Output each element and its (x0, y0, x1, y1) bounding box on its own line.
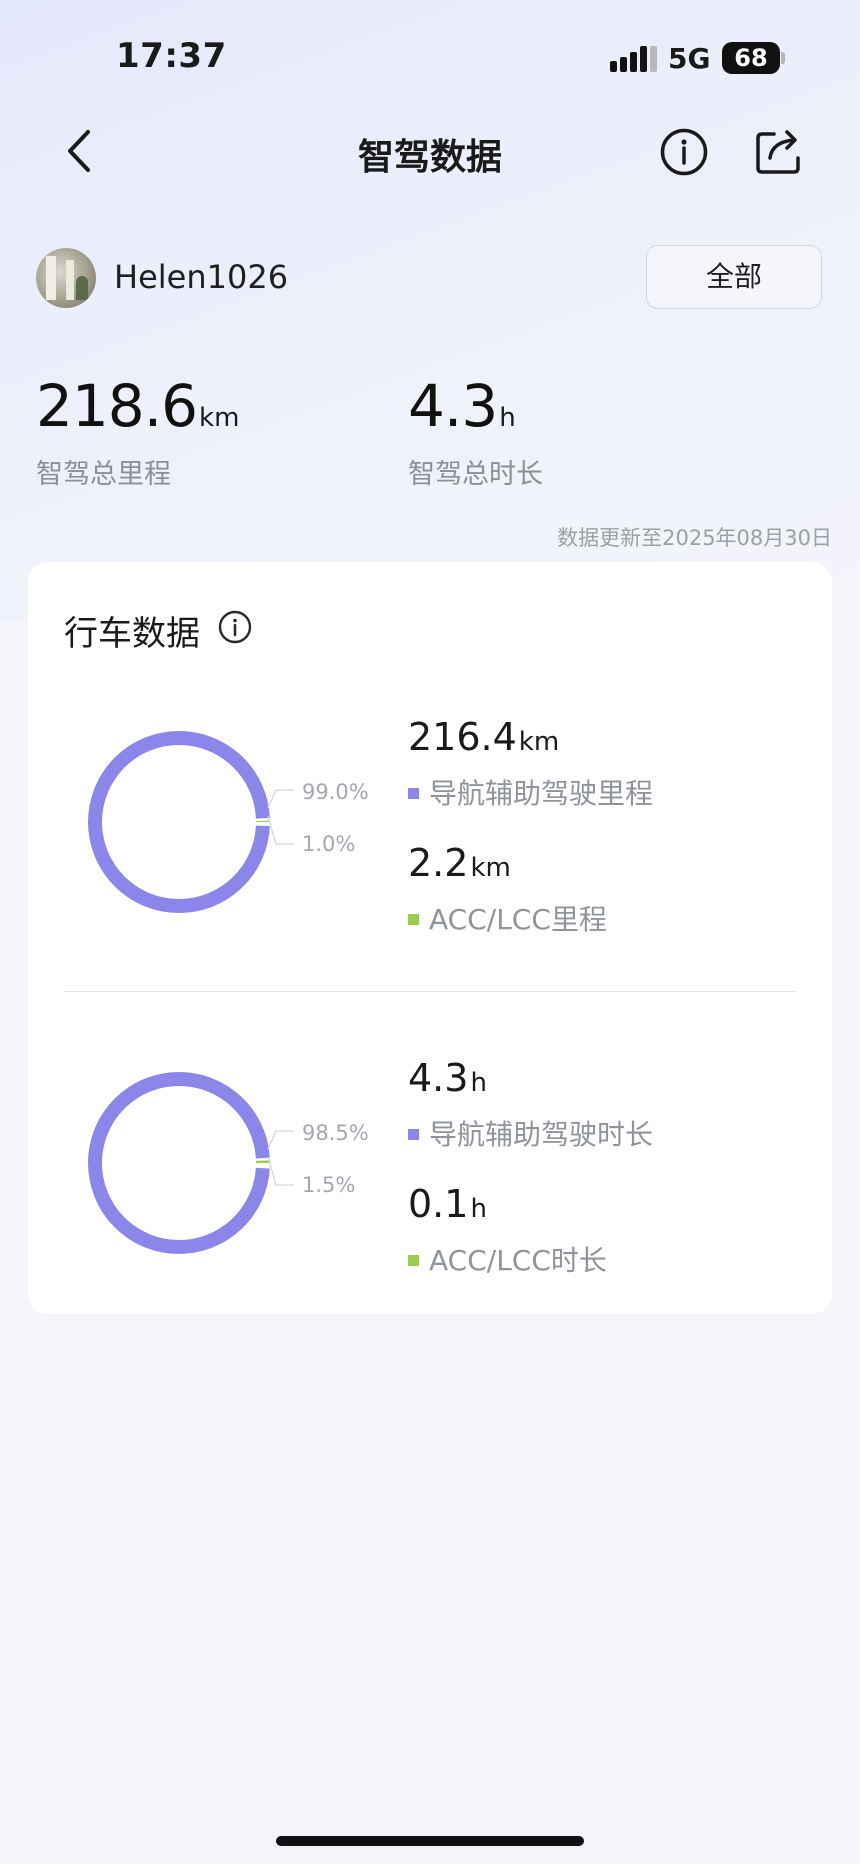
filter-button[interactable]: 全部 (646, 245, 822, 309)
legend-color-primary (408, 788, 419, 799)
legend-nav-assist-distance: 导航辅助驾驶里程 (408, 772, 653, 812)
total-duration-value: 4.3h (408, 372, 516, 440)
battery-cap (781, 52, 785, 64)
duration-primary-ring (88, 1072, 270, 1254)
info-icon (218, 610, 252, 644)
card-info-button[interactable] (218, 610, 252, 644)
status-time: 17:37 (116, 36, 227, 76)
distance-primary-ring (88, 731, 270, 913)
battery-icon: 68 (722, 42, 780, 74)
duration-secondary-value: 0.1h (408, 1182, 487, 1226)
distance-secondary-percent: 1.0% (302, 832, 356, 856)
total-duration-label: 智驾总时长 (408, 459, 543, 490)
distance-primary-value: 216.4km (408, 715, 560, 759)
signal-icon (610, 46, 657, 72)
duration-primary-value: 4.3h (408, 1056, 487, 1100)
divider (64, 991, 796, 992)
info-button[interactable] (660, 128, 708, 176)
distance-primary-percent: 99.0% (302, 780, 369, 804)
share-button[interactable] (754, 128, 802, 176)
card-title: 行车数据 (64, 614, 200, 654)
share-icon (756, 130, 800, 174)
page-title: 智驾数据 (357, 137, 502, 178)
legend-color-secondary (408, 914, 419, 925)
duration-primary-percent: 98.5% (302, 1121, 369, 1145)
total-distance-value: 218.6km (36, 372, 240, 440)
distance-donut-chart (88, 731, 270, 913)
legend-nav-assist-duration: 导航辅助驾驶时长 (408, 1113, 653, 1153)
distance-secondary-value: 2.2km (408, 841, 511, 885)
duration-donut-chart (88, 1072, 270, 1254)
duration-secondary-percent: 1.5% (302, 1173, 356, 1197)
legend-acc-lcc-distance: ACC/LCC里程 (408, 898, 607, 938)
username: Helen1026 (114, 258, 289, 296)
legend-color-secondary (408, 1255, 419, 1266)
legend-color-primary (408, 1129, 419, 1140)
network-type: 5G (668, 42, 711, 75)
home-indicator (276, 1836, 584, 1846)
legend-acc-lcc-duration: ACC/LCC时长 (408, 1239, 607, 1279)
total-distance-label: 智驾总里程 (36, 459, 171, 490)
update-date: 数据更新至2025年08月30日 (557, 526, 832, 550)
avatar[interactable] (36, 248, 96, 308)
info-icon (660, 128, 708, 176)
